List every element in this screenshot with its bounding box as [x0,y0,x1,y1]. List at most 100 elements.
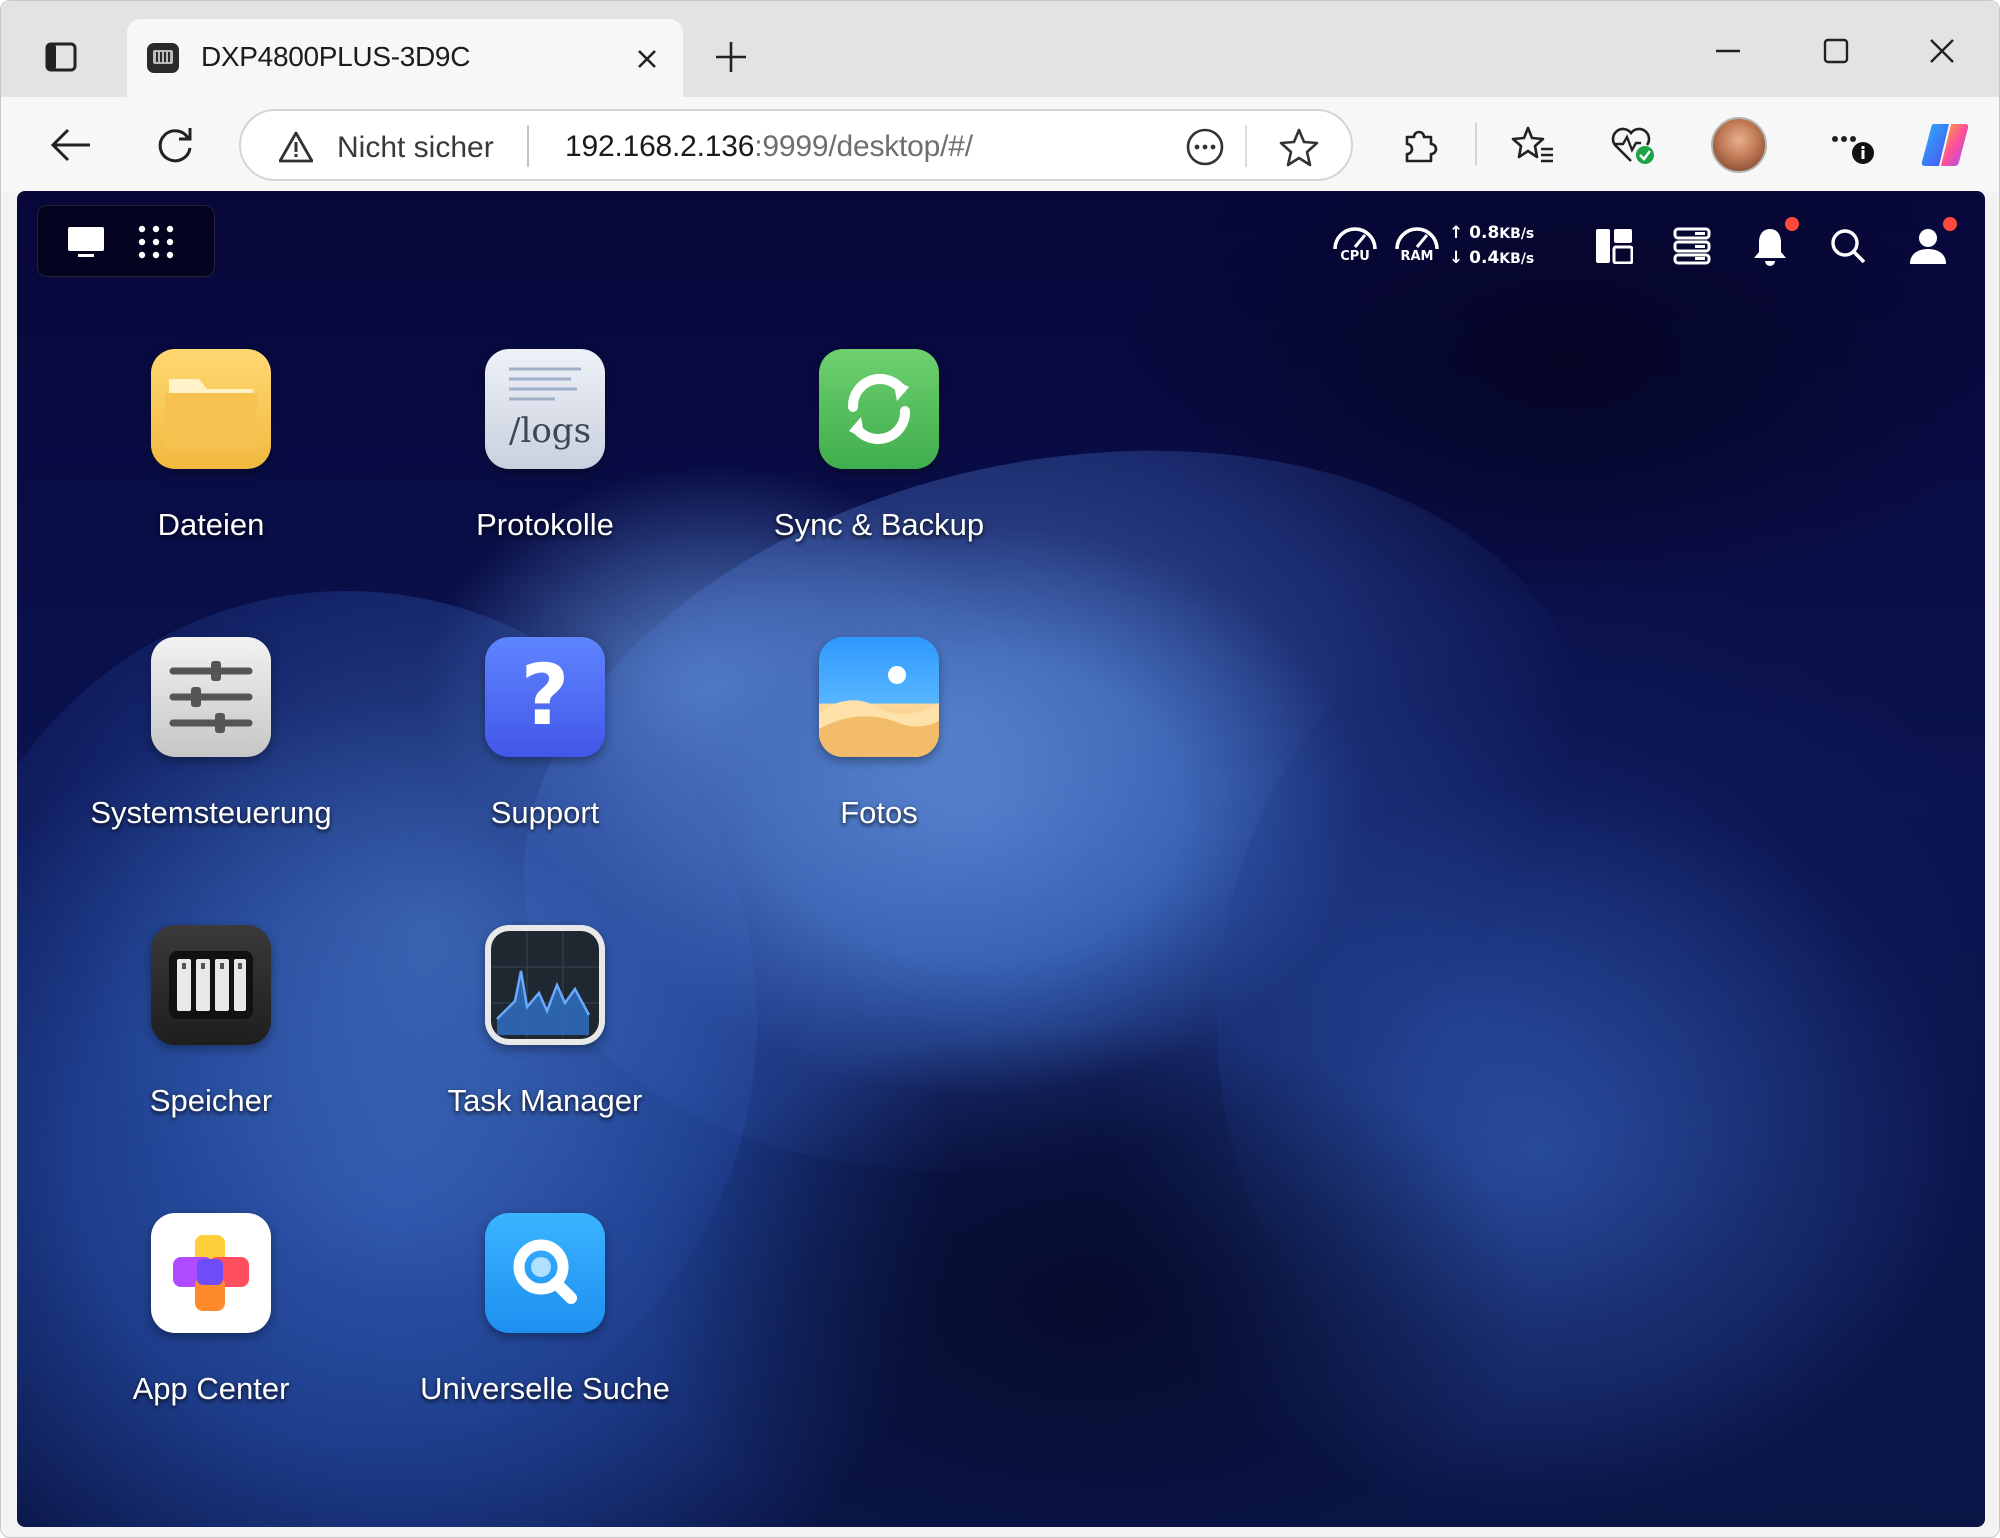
settings-more-button[interactable] [1827,119,1879,171]
url-text[interactable]: 192.168.2.136:9999/desktop/#/ [565,130,973,164]
more-dots-icon [1832,136,1874,164]
url-host: 192.168.2.136 [565,130,755,163]
download-value: 0.4 [1469,248,1500,268]
extensions-button[interactable] [1393,119,1445,171]
search-icon [1831,229,1866,264]
cpu-label: CPU [1340,249,1370,264]
favorite-button[interactable] [1275,123,1323,171]
app-label: Universelle Suche [420,1371,670,1406]
app-label: Fotos [840,795,918,830]
title-bar: DXP4800PLUS-3D9C [1,1,1999,97]
download-rate: ↓ 0.4KB/s [1449,248,1535,268]
app-support[interactable]: ? Support [395,637,695,857]
app-label: Speicher [149,1083,273,1118]
app-task-manager[interactable]: Task Manager [395,925,695,1145]
app-app-center[interactable]: App Center [61,1213,361,1433]
address-bar[interactable]: Nicht sicher 192.168.2.136:9999/desktop/… [239,109,1353,181]
app-label: Protokolle [476,507,614,542]
favorites-button[interactable] [1507,119,1559,171]
tab-close-button[interactable] [627,39,667,79]
photo-icon [819,637,939,757]
app-speicher[interactable]: Speicher [61,925,361,1145]
upload-unit: KB/s [1499,226,1535,242]
back-button[interactable] [45,119,97,171]
omnibox-separator [1245,125,1247,167]
app-label: App Center [132,1371,290,1406]
app-label: Support [490,795,600,830]
maximize-icon [1823,38,1849,64]
monitor-icon [68,227,104,257]
plus-icon [716,42,746,72]
toolbar-separator [1475,123,1477,165]
browser-essentials-button[interactable] [1607,119,1659,171]
user-icon [1910,229,1946,264]
security-status[interactable]: Nicht sicher [337,131,494,165]
search-button[interactable] [1825,221,1871,271]
arrow-left-icon [50,128,90,162]
app-protokolle[interactable]: /logs Protokolle [395,349,695,569]
gauge-icon [1333,227,1377,250]
ram-gauge[interactable]: RAM [1391,221,1443,269]
app-label: Dateien [157,507,265,542]
minimize-icon [1716,49,1740,53]
gauge-icon [1395,227,1439,250]
more-circle-icon [1186,128,1224,166]
active-tab[interactable]: DXP4800PLUS-3D9C [127,19,683,97]
favorites-list-icon [1511,126,1553,163]
widgets-icon [1596,229,1633,264]
upload-rate: ↑ 0.8KB/s [1449,223,1535,243]
tab-actions-button[interactable] [35,31,87,83]
bell-icon [1754,229,1786,266]
close-window-icon [1930,39,1954,63]
tab-actions-icon [45,42,77,72]
app-sync-backup[interactable]: Sync & Backup [729,349,1029,569]
app-universelle-suche[interactable]: Universelle Suche [395,1213,695,1433]
app-systemsteuerung[interactable]: Systemsteuerung [61,637,361,857]
copilot-icon [1921,124,1969,166]
logs-icon: /logs [485,349,605,469]
profile-avatar[interactable] [1711,117,1767,173]
app-menu-button[interactable] [136,224,176,260]
tab-title: DXP4800PLUS-3D9C [201,41,471,72]
network-speed[interactable]: ↑ 0.8KB/s ↓ 0.4KB/s [1449,221,1569,269]
reload-icon [158,128,192,163]
widgets-button[interactable] [1591,221,1637,271]
cpu-gauge[interactable]: CPU [1329,221,1381,269]
star-icon [1279,128,1319,167]
reading-options-button[interactable] [1181,123,1229,171]
app-label: Systemsteuerung [90,795,332,830]
question-mark: ? [520,646,570,744]
app-center-icon [151,1213,271,1333]
storage-icon [151,925,271,1045]
app-label: Sync & Backup [773,507,985,542]
browser-window: DXP4800PLUS-3D9C Nicht sicher 192.168.2.… [0,0,2000,1538]
puzzle-icon [1405,130,1438,163]
copilot-button[interactable] [1919,119,1971,171]
grid-icon [138,225,174,259]
server-status-button[interactable] [1669,221,1715,271]
ram-label: RAM [1400,249,1434,264]
nas-desktop: CPU RAM ↑ 0.8KB/s ↓ 0.4KB/s Dateien /log… [17,191,1985,1527]
reload-button[interactable] [149,119,201,171]
notification-badge [1785,217,1799,231]
url-path: :9999/desktop/#/ [754,130,973,163]
sync-icon [819,349,939,469]
download-unit: KB/s [1499,251,1535,267]
app-fotos[interactable]: Fotos [729,637,1029,857]
maximize-button[interactable] [1801,23,1871,79]
show-desktop-button[interactable] [66,224,106,260]
server-list-icon [1673,227,1711,265]
sliders-icon [151,637,271,757]
new-tab-button[interactable] [707,33,755,81]
app-dateien[interactable]: Dateien [61,349,361,569]
upload-value: 0.8 [1469,223,1500,243]
question-icon: ? [485,637,605,757]
address-separator [527,125,529,167]
close-window-button[interactable] [1907,23,1977,79]
nas-favicon-icon [147,43,179,73]
app-label: Task Manager [447,1083,643,1118]
minimize-button[interactable] [1693,23,1763,79]
browser-toolbar: Nicht sicher 192.168.2.136:9999/desktop/… [1,97,1999,191]
close-icon [638,50,656,68]
user-badge [1943,217,1957,231]
